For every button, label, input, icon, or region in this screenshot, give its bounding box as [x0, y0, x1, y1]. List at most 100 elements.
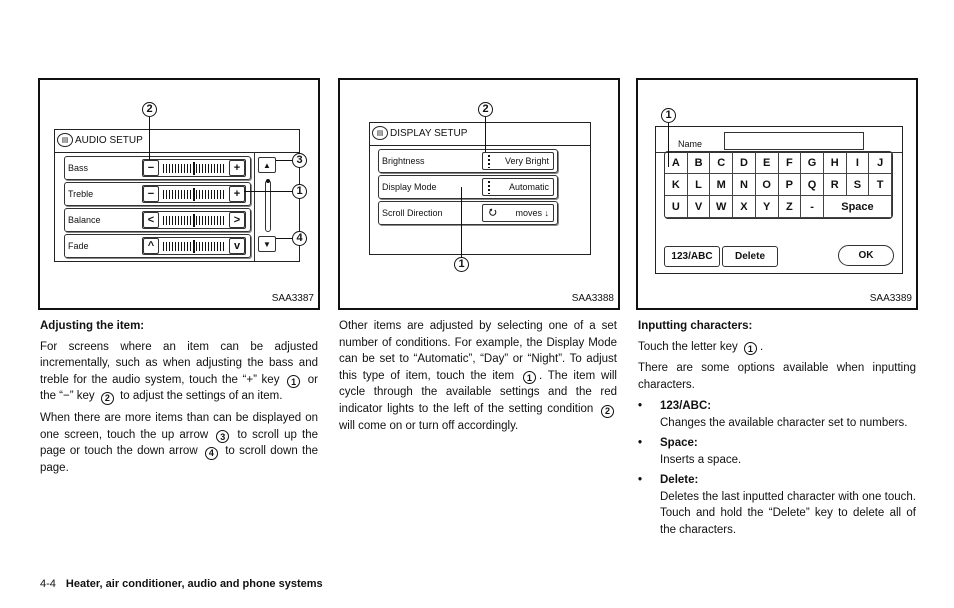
slider-control: − + — [142, 159, 246, 177]
divider — [254, 152, 255, 261]
toggle-123-abc-button[interactable]: 123/ABC — [664, 246, 720, 267]
key-e[interactable]: E — [755, 152, 779, 174]
key-t[interactable]: T — [869, 174, 892, 196]
ref-4: 4 — [204, 447, 218, 460]
bullet-icon: • — [638, 400, 643, 413]
callout-3: 3 — [292, 153, 307, 168]
row-brightness[interactable]: Brightness Very Bright — [378, 149, 558, 173]
key-x[interactable]: X — [733, 196, 756, 218]
leader-line — [461, 187, 462, 257]
scroll-up-button[interactable]: ▲ — [258, 157, 276, 173]
key-f[interactable]: F — [778, 152, 802, 174]
level-bar[interactable] — [163, 213, 225, 227]
callout-2: 2 — [142, 102, 157, 117]
text: to adjust the settings of an item. — [120, 390, 283, 403]
key-k[interactable]: K — [665, 174, 688, 196]
row-label: Fade — [68, 241, 89, 251]
section-title: Heater, air conditioner, audio and phone… — [65, 578, 323, 590]
key-r[interactable]: R — [823, 174, 847, 196]
figure-code: SAA3387 — [271, 293, 314, 304]
key-j[interactable]: J — [869, 152, 892, 174]
setting-value[interactable]: Automatic — [482, 178, 554, 196]
scroll-down-button[interactable]: ▼ — [258, 236, 276, 252]
left-button[interactable]: < — [143, 212, 159, 228]
row-bass: Bass − + — [64, 156, 251, 180]
level-bar[interactable] — [163, 187, 225, 201]
menu-icon[interactable]: ▤ — [372, 126, 388, 140]
text: will come on or turn off accordingly. — [339, 419, 519, 432]
key-hyphen[interactable]: - — [801, 196, 824, 218]
key-p[interactable]: P — [778, 174, 802, 196]
key-w[interactable]: W — [710, 196, 734, 218]
column-conditions: Other items are adjusted by selecting on… — [339, 318, 617, 439]
row-display-mode[interactable]: Display Mode Automatic — [378, 175, 558, 199]
key-h[interactable]: H — [823, 152, 847, 174]
callout-4: 4 — [292, 231, 307, 246]
scrollbar[interactable] — [265, 180, 271, 232]
key-q[interactable]: Q — [801, 174, 824, 196]
key-grid: A B C D E F G H I J K L M N O P Q R S T U V W X Y Z - Space — [664, 151, 893, 219]
display-setup-screen: ▤ DISPLAY SETUP Brightness Very Bright D… — [369, 122, 591, 255]
slider-control: < > — [142, 211, 246, 229]
key-m[interactable]: M — [710, 174, 734, 196]
ref-3: 3 — [216, 430, 230, 444]
key-y[interactable]: Y — [755, 196, 779, 218]
scroll-thumb[interactable] — [266, 179, 270, 183]
key-v[interactable]: V — [687, 196, 711, 218]
leader-line — [485, 117, 486, 152]
value-text: moves ↓ — [515, 208, 549, 218]
arrow-up-icon: ▲ — [263, 160, 271, 170]
rear-button[interactable]: v — [229, 238, 245, 254]
ok-button[interactable]: OK — [838, 245, 894, 266]
leader-line — [149, 117, 150, 160]
text: . — [759, 340, 764, 353]
key-c[interactable]: C — [710, 152, 734, 174]
bullet-body: Deletes the last inputted character with… — [660, 490, 916, 536]
ref-1: 1 — [743, 342, 757, 356]
paragraph: Other items are adjusted by selecting on… — [339, 318, 617, 434]
bullet-item: • 123/ABC: Changes the available characte… — [638, 398, 916, 431]
increase-button[interactable]: + — [229, 186, 245, 202]
audio-setup-screen: ▤ AUDIO SETUP Bass − + Treble − + Balanc… — [54, 129, 300, 262]
delete-button[interactable]: Delete — [722, 246, 778, 267]
name-input[interactable] — [724, 132, 864, 150]
key-d[interactable]: D — [733, 152, 756, 174]
row-balance: Balance < > — [64, 208, 251, 232]
key-s[interactable]: S — [846, 174, 870, 196]
bullet-item: • Delete: Deletes the last inputted chara… — [638, 472, 916, 538]
level-bar[interactable] — [163, 161, 225, 175]
bullet-body: Changes the available character set to n… — [660, 416, 908, 429]
callout-1: 1 — [454, 257, 469, 272]
key-u[interactable]: U — [665, 196, 688, 218]
row-scroll-direction[interactable]: Scroll Direction ⭮ moves ↓ — [378, 201, 558, 225]
indicator-lights — [488, 181, 490, 194]
front-button[interactable]: ^ — [143, 238, 159, 254]
setting-value[interactable]: ⭮ moves ↓ — [482, 204, 554, 222]
key-g[interactable]: G — [801, 152, 824, 174]
divider — [55, 152, 299, 153]
setting-value[interactable]: Very Bright — [482, 152, 554, 170]
page-footer: 4-4 Heater, air conditioner, audio and p… — [40, 578, 323, 590]
key-l[interactable]: L — [687, 174, 711, 196]
figure-keyboard: Name A B C D E F G H I J K L M N O P Q R S T U V W X Y Z - Space 12… — [636, 78, 918, 310]
section-heading: Adjusting the item: — [40, 320, 145, 332]
paragraph: For screens where an item can be adjuste… — [40, 339, 318, 405]
decrease-button[interactable]: − — [143, 186, 159, 202]
level-bar[interactable] — [163, 239, 225, 253]
audio-setup-title: AUDIO SETUP — [75, 134, 143, 146]
key-i[interactable]: I — [846, 152, 870, 174]
key-o[interactable]: O — [755, 174, 779, 196]
decrease-button[interactable]: − — [143, 160, 159, 176]
key-n[interactable]: N — [733, 174, 756, 196]
key-b[interactable]: B — [687, 152, 711, 174]
column-adjusting-item: Adjusting the item: For screens where an… — [40, 318, 318, 482]
row-label: Treble — [68, 189, 94, 199]
right-button[interactable]: > — [229, 212, 245, 228]
callout-2: 2 — [478, 102, 493, 117]
leader-line — [276, 160, 292, 161]
menu-icon[interactable]: ▤ — [57, 133, 73, 147]
key-space[interactable]: Space — [823, 196, 892, 218]
key-z[interactable]: Z — [778, 196, 802, 218]
increase-button[interactable]: + — [229, 160, 245, 176]
column-inputting-characters: Inputting characters: Touch the letter k… — [638, 318, 916, 542]
